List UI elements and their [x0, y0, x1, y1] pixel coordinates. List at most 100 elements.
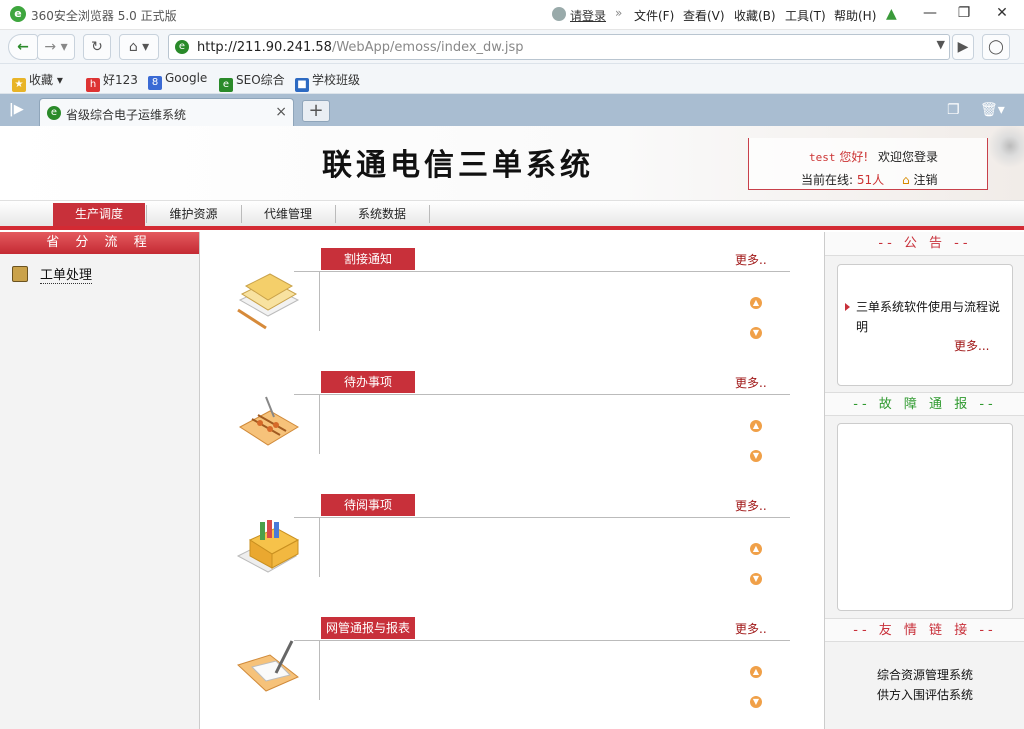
section-title: 待办事项 [321, 371, 415, 393]
file-box-icon [236, 520, 300, 573]
section-divider [294, 517, 790, 518]
arrow-up-icon[interactable]: ▲ [750, 297, 762, 309]
chevron-down-icon[interactable]: ▼ [937, 38, 945, 51]
close-tab-icon[interactable]: × [275, 104, 287, 120]
refresh-button[interactable]: ↻ [83, 34, 111, 60]
section-divider [294, 271, 790, 272]
logout-link[interactable]: 注销 [913, 173, 937, 187]
arrow-down-icon[interactable]: ▼ [750, 696, 762, 708]
right-panel: -- 公 告 -- 三单系统软件使用与流程说明 更多... -- 故 障 通 报… [824, 232, 1024, 729]
bookmark-google[interactable]: 8 Google [148, 71, 207, 90]
url-text[interactable]: http://211.90.241.58/WebApp/emoss/index_… [197, 40, 524, 55]
arrow-down-icon[interactable]: ▼ [750, 327, 762, 339]
main-nav: 生产调度 维护资源 代维管理 系统数据 [0, 200, 1024, 226]
nav-item-outsourcing[interactable]: 代维管理 [242, 203, 334, 226]
links-title: -- 友 情 链 接 -- [825, 618, 1024, 642]
menu-favorites[interactable]: 收藏(B) [734, 7, 776, 24]
bookmarks-bar: ★ 收藏 ▾ h 好123 8 Google e SEO综合 ■ 学校班级 [0, 64, 1024, 94]
login-link[interactable]: 请登录 [570, 7, 606, 24]
go-button[interactable]: ▶ [952, 34, 974, 60]
web-page: 联通电信三单系统 test 您好! 欢迎您登录 当前在线: 51人 ⌂ 注销 生… [0, 126, 1024, 729]
fault-title: -- 故 障 通 报 -- [825, 392, 1024, 416]
google-icon: 8 [148, 76, 162, 90]
browser-navbar: ← → ▾ ↻ ⌂ ▾ e http://211.90.241.58/WebAp… [0, 30, 1024, 64]
url-host: http://211.90.241.58 [197, 40, 332, 55]
sidebar-item-work-orders[interactable]: 工单处理 [12, 264, 93, 284]
header-divider [0, 226, 1024, 230]
bullet-icon [845, 303, 850, 311]
arrow-up-icon[interactable]: ▲ [750, 543, 762, 555]
notice-item-link[interactable]: 三单系统软件使用与流程说明 [856, 297, 1006, 337]
notice-more-link[interactable]: 更多... [954, 337, 989, 354]
nav-item-production[interactable]: 生产调度 [53, 203, 145, 226]
online-label: 当前在线: [801, 173, 854, 187]
notice-title: -- 公 告 -- [825, 232, 1024, 256]
shield-icon[interactable]: ◯ [982, 34, 1010, 60]
clipboard-icon [12, 266, 28, 282]
tab-bar: |▶ e 省级综合电子运维系统 × + ❐ 🗑▾ [0, 94, 1024, 126]
left-panel-title: 省 分 流 程 [0, 232, 199, 254]
menu-file[interactable]: 文件(F) [634, 7, 674, 24]
more-link[interactable]: 更多.. [735, 251, 767, 268]
section-divider [319, 394, 320, 454]
skin-icon[interactable]: ▲ [886, 6, 902, 22]
bookmark-label: SEO综合 [236, 73, 285, 87]
bookmark-favorites[interactable]: ★ 收藏 ▾ [12, 71, 63, 92]
banner-decoration [990, 126, 1024, 200]
menu-tools[interactable]: 工具(T) [785, 7, 826, 24]
new-tab-button[interactable]: + [302, 100, 330, 122]
hao123-icon: h [86, 78, 100, 92]
minimize-button[interactable]: — [913, 3, 947, 23]
back-button[interactable]: ← [8, 34, 38, 60]
user-icon[interactable] [552, 7, 566, 21]
arrow-up-icon[interactable]: ▲ [750, 666, 762, 678]
section-cutover-notice: 割接通知 更多.. ▲ ▼ [200, 238, 824, 348]
bookmark-label: 好123 [103, 73, 138, 87]
bookmark-label: 收藏 [29, 73, 54, 87]
sidebar-item-label: 工单处理 [40, 268, 93, 284]
bookmark-school[interactable]: ■ 学校班级 [295, 71, 360, 92]
close-window-button[interactable]: ✕ [985, 3, 1019, 23]
address-bar[interactable]: e http://211.90.241.58/WebApp/emoss/inde… [168, 34, 950, 60]
menu-help[interactable]: 帮助(H) [834, 7, 876, 24]
home-button[interactable]: ⌂ ▾ [119, 34, 159, 60]
section-reports: 网管通报与报表 更多.. ▲ ▼ [200, 607, 824, 717]
bookmark-label: 学校班级 [312, 73, 361, 87]
restore-button[interactable]: ❐ [947, 3, 981, 23]
friend-link-resource[interactable]: 综合资源管理系统 [825, 666, 1024, 683]
section-divider [319, 271, 320, 331]
sidebar-toggle-icon[interactable]: |▶ [9, 102, 24, 117]
section-divider [319, 640, 320, 700]
browser-titlebar: e 360安全浏览器 5.0 正式版 请登录 » 文件(F) 查看(V) 收藏(… [0, 0, 1024, 30]
section-title: 网管通报与报表 [321, 617, 415, 639]
ie-icon: e [219, 78, 233, 92]
arrow-up-icon[interactable]: ▲ [750, 420, 762, 432]
nav-item-resources[interactable]: 维护资源 [147, 203, 240, 226]
more-link[interactable]: 更多.. [735, 374, 767, 391]
welcome-text: 欢迎您登录 [877, 150, 938, 164]
abacus-icon [239, 396, 299, 446]
center-content: 割接通知 更多.. ▲ ▼ 待办事项 更多.. ▲ ▼ 待阅事项 更多.. ▲ … [200, 232, 824, 729]
page-banner: 联通电信三单系统 test 您好! 欢迎您登录 当前在线: 51人 ⌂ 注销 [0, 126, 1024, 200]
windows-icon[interactable]: ❐ [947, 102, 960, 118]
arrow-down-icon[interactable]: ▼ [750, 573, 762, 585]
section-divider [319, 517, 320, 577]
welcome-line: test 您好! 欢迎您登录 [809, 148, 938, 165]
tab-active[interactable]: e 省级综合电子运维系统 × [39, 98, 294, 126]
more-link[interactable]: 更多.. [735, 497, 767, 514]
browser-app-title: 360安全浏览器 5.0 正式版 [31, 9, 177, 23]
menu-view[interactable]: 查看(V) [683, 7, 725, 24]
system-title: 联通电信三单系统 [322, 148, 594, 183]
url-path: /WebApp/emoss/index_dw.jsp [331, 40, 524, 55]
bookmark-hao123[interactable]: h 好123 [86, 71, 138, 92]
friend-link-supplier[interactable]: 供方入围评估系统 [825, 686, 1024, 703]
fault-box [837, 423, 1013, 611]
tab-title: 省级综合电子运维系统 [66, 108, 187, 122]
more-link[interactable]: 更多.. [735, 620, 767, 637]
arrow-down-icon[interactable]: ▼ [750, 450, 762, 462]
bookmark-seo[interactable]: e SEO综合 [219, 71, 285, 92]
trash-icon[interactable]: 🗑▾ [980, 102, 1005, 118]
nav-item-system-data[interactable]: 系统数据 [336, 203, 428, 226]
bookmark-label: Google [165, 71, 208, 85]
forward-button[interactable]: → ▾ [37, 34, 75, 60]
